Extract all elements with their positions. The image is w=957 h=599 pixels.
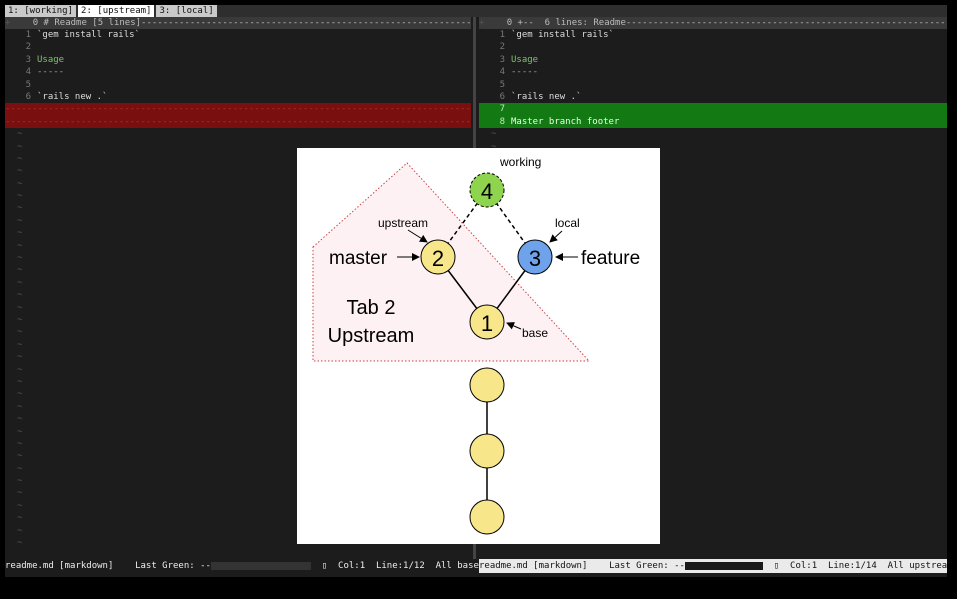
checkbox-icon: ▯ [321, 561, 328, 571]
arrow [549, 230, 563, 243]
added-line[interactable]: 8 Master branch footer [479, 115, 947, 129]
line[interactable]: 6 `rails new .` [5, 91, 471, 103]
tab-local[interactable]: 3: [local] [156, 5, 217, 17]
right-status-line: readme.md [markdown] Last Green: -- ▯ Co… [479, 559, 947, 573]
status-line-count: Line:1/12 [375, 561, 425, 571]
base-label: base [522, 326, 548, 340]
tab-upstream[interactable]: 2: [upstream] [78, 5, 155, 17]
right-fold-line[interactable]: + 0 +-- 6 lines: Readme-----------------… [479, 17, 947, 29]
tab-working[interactable]: 1: [working] [5, 5, 77, 17]
status-last-green: Last Green: -- [609, 561, 685, 571]
status-line-count: Line:1/14 [827, 561, 877, 571]
upstream-label: upstream [378, 216, 428, 230]
line[interactable]: 5 [479, 79, 947, 91]
line[interactable]: 6 `rails new .` [479, 91, 947, 103]
status-mode: All base [435, 561, 479, 571]
status-col: Col:1 [338, 561, 366, 571]
region-title: Tab 2 [347, 297, 396, 319]
deleted-line-filler: ----------------------------------------… [5, 115, 471, 129]
status-last-green: Last Green: -- [135, 561, 211, 571]
line[interactable]: 3 Usage [479, 54, 947, 66]
line[interactable]: 1 `gem install rails` [479, 29, 947, 41]
status-file: readme.md [markdown] [479, 561, 588, 571]
status-file: readme.md [markdown] [5, 561, 114, 571]
line[interactable]: 1 `gem install rails` [5, 29, 471, 41]
line[interactable]: 4 ----- [479, 66, 947, 78]
local-label: local [555, 216, 580, 230]
tilde-marker: ~ [491, 129, 497, 140]
node-label: 2 [432, 246, 444, 271]
commit-node [469, 499, 505, 535]
branch-diagram-overlay: 1 2 3 4 working upstream master local fe… [297, 148, 660, 544]
feature-label: feature [581, 248, 640, 269]
node-label: 4 [481, 179, 493, 204]
status-mode: All upstream [887, 561, 947, 571]
line[interactable]: 2 [5, 41, 471, 53]
added-line[interactable]: 7 [479, 103, 947, 116]
tilde-marker: ~ [17, 129, 23, 140]
left-fold-line[interactable]: + 0 # Readme [5 lines]------------------… [5, 17, 471, 29]
line[interactable]: 4 ----- [5, 66, 471, 78]
deleted-line-filler: ----------------------------------------… [5, 103, 471, 116]
line[interactable]: 3 Usage [5, 54, 471, 66]
checkbox-icon: ▯ [773, 561, 780, 571]
working-label: working [499, 155, 541, 169]
branch-diagram: 1 2 3 4 working upstream master local fe… [312, 155, 640, 535]
node-label: 1 [481, 311, 493, 336]
line[interactable]: 2 [479, 41, 947, 53]
node-label: 3 [529, 246, 541, 271]
master-label: master [329, 248, 388, 269]
region-title: Upstream [328, 325, 415, 347]
tab-line: 1: [working] 2: [upstream] 3: [local] [5, 5, 947, 17]
line[interactable]: 5 [5, 79, 471, 91]
status-col: Col:1 [790, 561, 818, 571]
left-status-line: readme.md [markdown] Last Green: -- ▯ Co… [5, 559, 479, 573]
commit-node [469, 433, 505, 469]
commit-node [469, 367, 505, 403]
